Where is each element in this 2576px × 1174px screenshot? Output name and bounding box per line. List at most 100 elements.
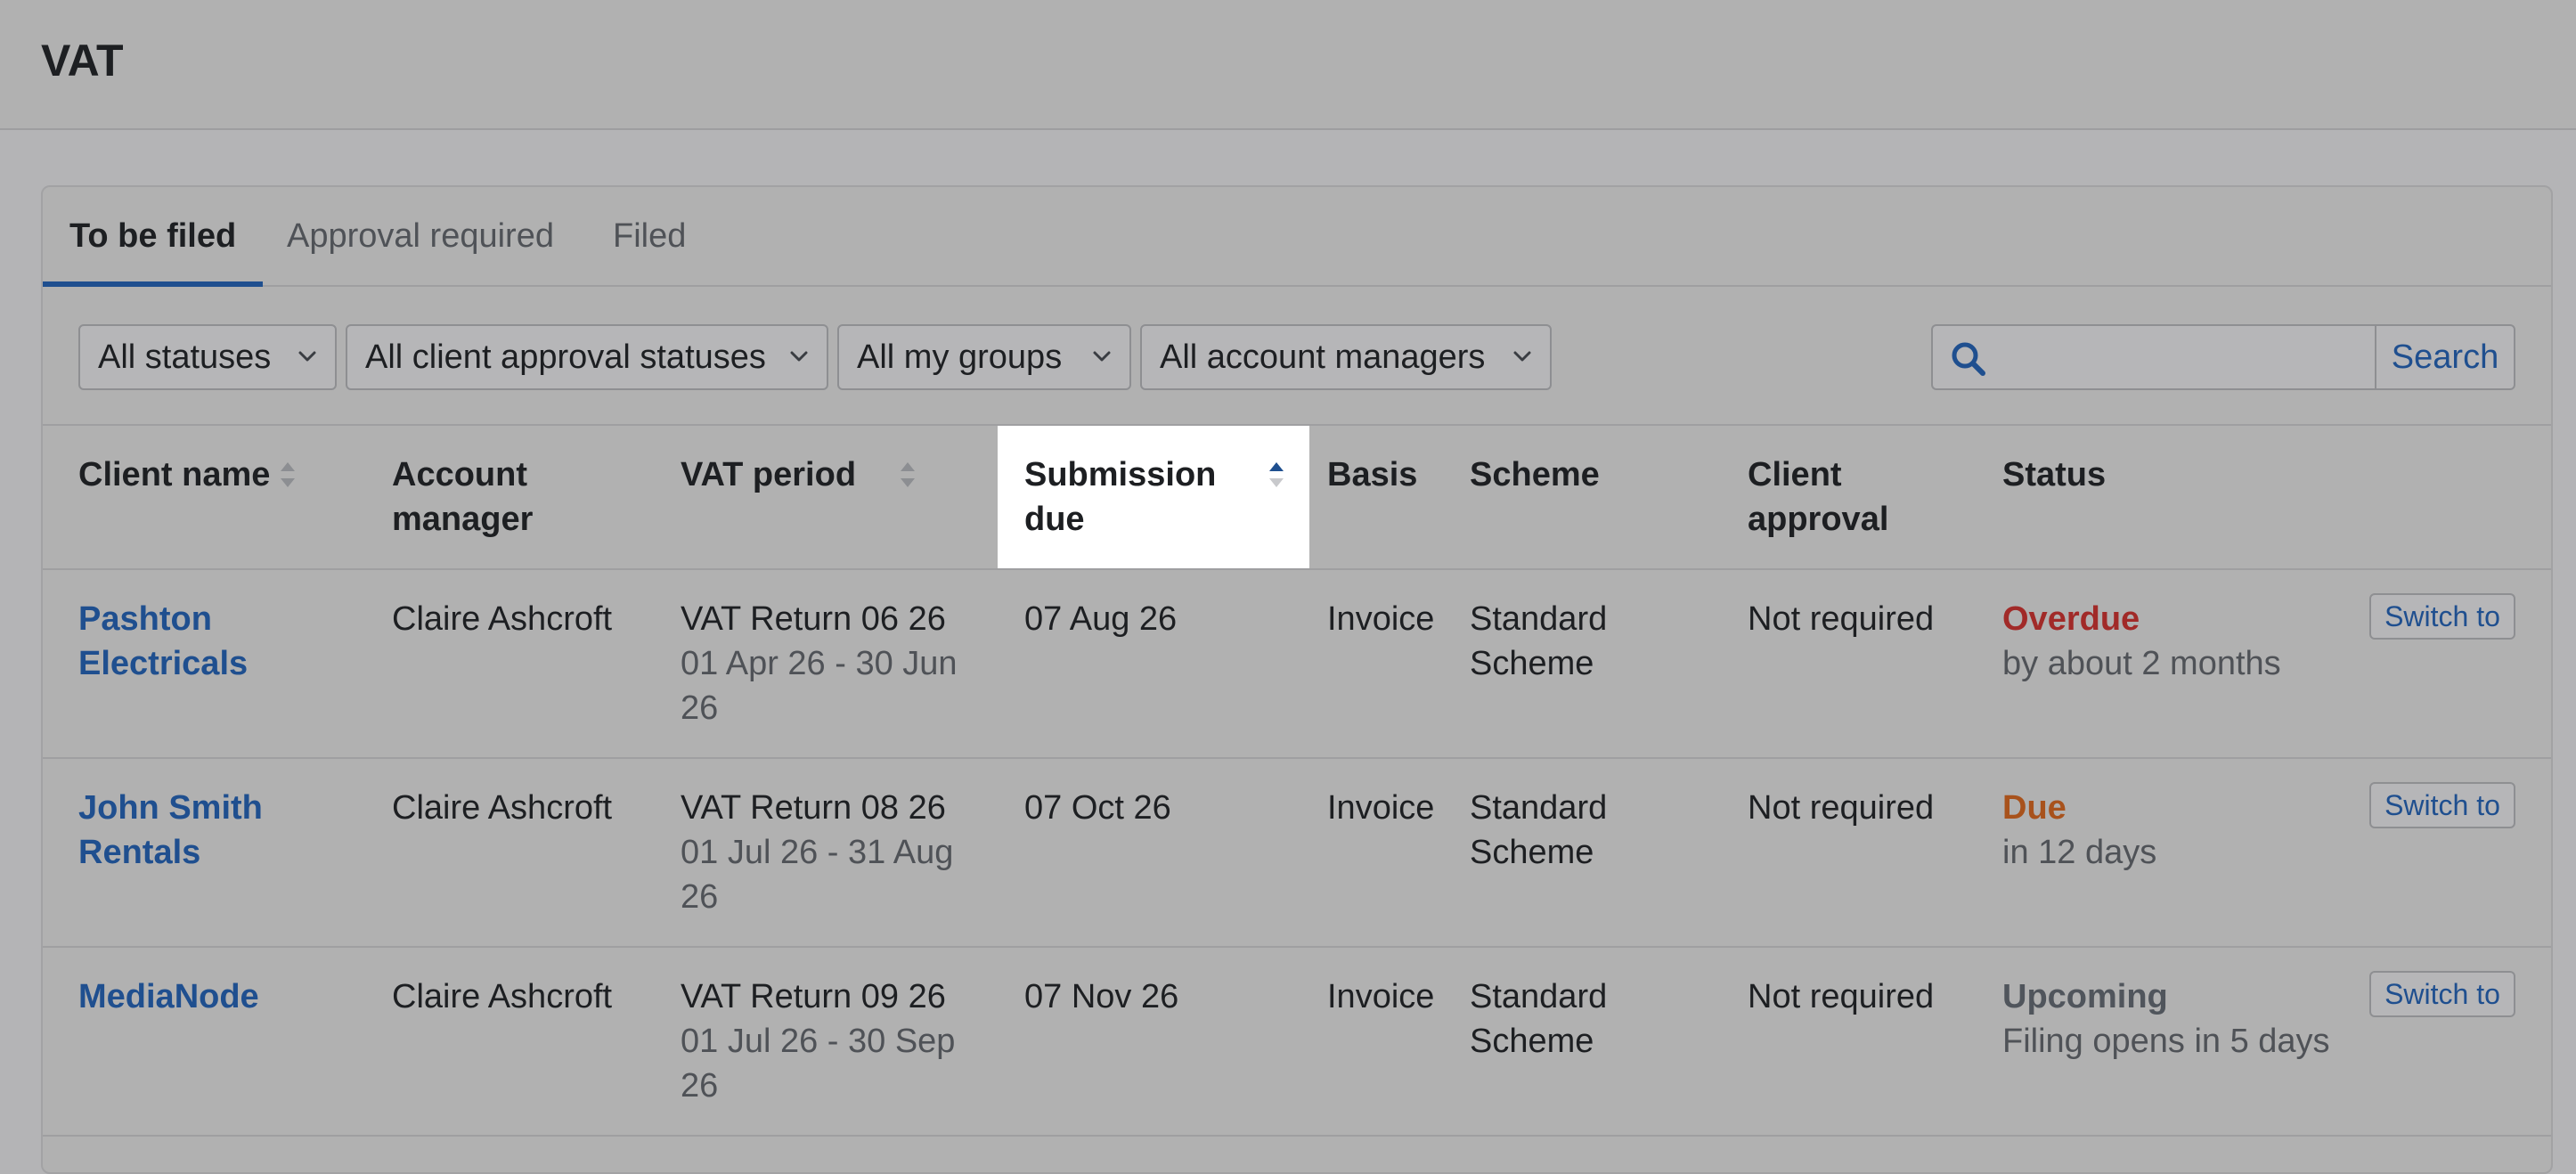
submission-due-cell: 07 Aug 26 — [1024, 600, 1178, 638]
status-filter-select[interactable]: All statuses — [78, 324, 337, 390]
column-header-label: Client name — [78, 456, 271, 493]
chevron-down-icon — [1513, 351, 1531, 362]
basis-cell: Invoice — [1327, 978, 1435, 1015]
column-header-label: approval — [1748, 501, 1889, 538]
status-detail: in 12 days — [2002, 834, 2157, 871]
account-managers-filter-value: All account managers — [1160, 338, 1486, 376]
sort-icon[interactable] — [278, 458, 298, 492]
vat-return-name: VAT Return 09 26 — [681, 978, 946, 1015]
table-header: Client name Account manager VAT period S… — [43, 426, 2551, 570]
vat-period-dates: 01 Jul 26 - 31 Aug — [681, 834, 954, 871]
column-header-submission-due[interactable]: Submission due — [1024, 452, 1216, 542]
submission-due-cell: 07 Nov 26 — [1024, 978, 1179, 1015]
client-approval-cell: Not required — [1748, 789, 1935, 827]
client-approval-filter-value: All client approval statuses — [365, 338, 766, 376]
scheme-text: Scheme — [1470, 645, 1594, 682]
table-row: MediaNode Claire Ashcroft VAT Return 09 … — [43, 948, 2551, 1137]
table-row: John Smith Rentals Claire Ashcroft VAT R… — [43, 759, 2551, 948]
chevron-down-icon — [790, 351, 808, 362]
scheme-cell: Standard Scheme — [1470, 786, 1719, 875]
client-name-link[interactable]: John Smith Rentals — [78, 786, 363, 875]
client-name-link[interactable]: MediaNode — [78, 974, 363, 1019]
page-title: VAT — [41, 36, 124, 86]
scheme-text: Standard — [1470, 789, 1608, 827]
tab-filed[interactable]: Filed — [613, 187, 686, 285]
vat-period-cell: VAT Return 09 26 01 Jul 26 - 30 Sep 26 — [681, 974, 974, 1108]
column-header-label: Account — [392, 456, 527, 493]
filter-bar: All statuses All client approval statuse… — [43, 287, 2551, 426]
status-cell: Due in 12 days — [2002, 786, 2376, 875]
column-header-client-name[interactable]: Client name — [78, 452, 270, 497]
column-header-label: Submission — [1024, 456, 1217, 493]
account-manager-cell: Claire Ashcroft — [392, 789, 613, 827]
page-header: VAT — [0, 0, 2576, 130]
vat-period-cell: VAT Return 06 26 01 Apr 26 - 30 Jun 26 — [681, 597, 974, 730]
status-badge: Upcoming — [2002, 978, 2168, 1015]
tab-to-be-filed[interactable]: To be filed — [43, 187, 264, 287]
status-detail: by about 2 months — [2002, 645, 2281, 682]
search-button[interactable]: Search — [2375, 324, 2515, 390]
column-header-client-approval: Client approval — [1748, 452, 1888, 542]
column-header-account-manager: Account manager — [392, 452, 533, 542]
client-name-text: Rentals — [78, 834, 201, 871]
column-header-label: Scheme — [1470, 456, 1600, 493]
client-name-text: MediaNode — [78, 978, 259, 1015]
groups-filter-value: All my groups — [857, 338, 1063, 376]
scheme-cell: Standard Scheme — [1470, 597, 1719, 686]
vat-return-name: VAT Return 06 26 — [681, 600, 946, 638]
column-header-label: due — [1024, 501, 1085, 538]
column-header-label: Client — [1748, 456, 1842, 493]
scheme-cell: Standard Scheme — [1470, 974, 1719, 1064]
search-box — [1931, 324, 2375, 390]
client-approval-cell: Not required — [1748, 978, 1935, 1015]
sort-ascending-icon[interactable] — [1267, 458, 1286, 492]
column-header-vat-period[interactable]: VAT period — [681, 452, 856, 497]
sort-icon[interactable] — [898, 458, 917, 492]
column-header-scheme: Scheme — [1470, 452, 1600, 497]
chevron-down-icon — [1093, 351, 1111, 362]
vat-period-dates: 01 Apr 26 - 30 Jun — [681, 645, 958, 682]
vat-card: To be filed Approval required Filed All … — [41, 185, 2553, 1174]
submission-due-cell: 07 Oct 26 — [1024, 789, 1171, 827]
account-manager-cell: Claire Ashcroft — [392, 978, 613, 1015]
switch-to-button[interactable]: Switch to — [2369, 782, 2515, 828]
client-name-text: Electricals — [78, 645, 249, 682]
tab-bar: To be filed Approval required Filed — [43, 187, 2551, 287]
client-name-text: Pashton — [78, 600, 212, 638]
vat-return-name: VAT Return 08 26 — [681, 789, 946, 827]
scheme-text: Scheme — [1470, 834, 1594, 871]
status-badge: Overdue — [2002, 600, 2140, 638]
search-icon — [1952, 342, 1985, 376]
status-cell: Overdue by about 2 months — [2002, 597, 2376, 686]
scheme-text: Standard — [1470, 978, 1608, 1015]
vat-period-dates: 26 — [681, 1067, 719, 1105]
client-name-link[interactable]: Pashton Electricals — [78, 597, 363, 686]
vat-period-dates: 01 Jul 26 - 30 Sep — [681, 1023, 956, 1060]
account-manager-cell: Claire Ashcroft — [392, 600, 613, 638]
column-header-label: Status — [2002, 456, 2107, 493]
column-header-label: VAT period — [681, 456, 857, 493]
status-badge: Due — [2002, 789, 2067, 827]
column-header-label: manager — [392, 501, 534, 538]
switch-to-button[interactable]: Switch to — [2369, 971, 2515, 1017]
basis-cell: Invoice — [1327, 600, 1435, 638]
groups-filter-select[interactable]: All my groups — [837, 324, 1131, 390]
vat-period-dates: 26 — [681, 878, 719, 916]
status-cell: Upcoming Filing opens in 5 days — [2002, 974, 2376, 1064]
column-header-basis: Basis — [1327, 452, 1417, 497]
client-approval-filter-select[interactable]: All client approval statuses — [346, 324, 828, 390]
account-managers-filter-select[interactable]: All account managers — [1140, 324, 1552, 390]
search-input[interactable] — [1997, 331, 2366, 385]
client-approval-cell: Not required — [1748, 600, 1935, 638]
column-header-label: Basis — [1327, 456, 1418, 493]
switch-to-button[interactable]: Switch to — [2369, 593, 2515, 640]
vat-period-dates: 26 — [681, 689, 719, 727]
status-filter-value: All statuses — [98, 338, 272, 376]
status-detail: Filing opens in 5 days — [2002, 1023, 2330, 1060]
basis-cell: Invoice — [1327, 789, 1435, 827]
scheme-text: Standard — [1470, 600, 1608, 638]
vat-period-cell: VAT Return 08 26 01 Jul 26 - 31 Aug 26 — [681, 786, 974, 919]
table-row: Pashton Electricals Claire Ashcroft VAT … — [43, 570, 2551, 759]
tab-approval-required[interactable]: Approval required — [287, 187, 554, 285]
client-name-text: John Smith — [78, 789, 263, 827]
